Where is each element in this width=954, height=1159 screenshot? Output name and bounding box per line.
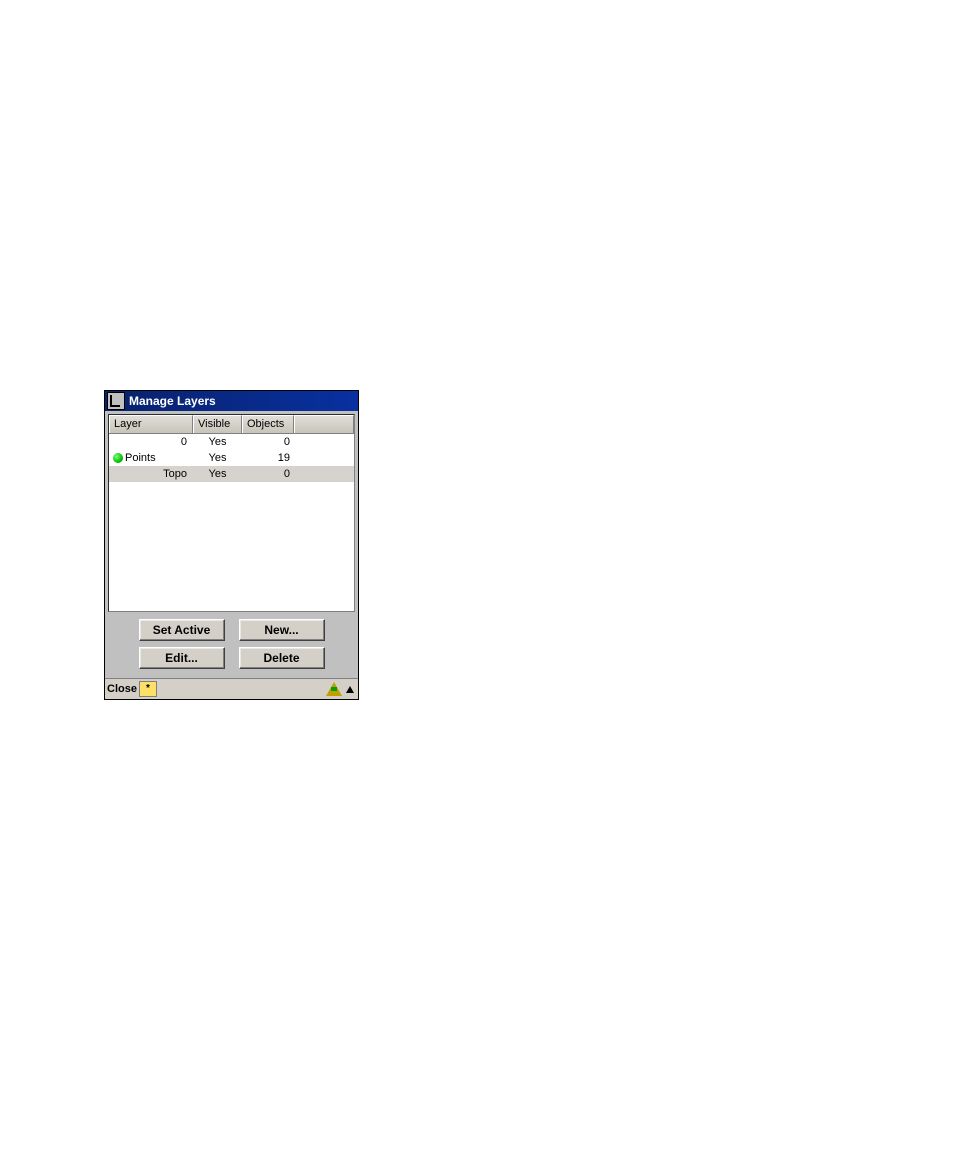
table-row[interactable]: Topo Yes 0 xyxy=(109,466,354,482)
cell-layer: 0 xyxy=(109,436,193,448)
app-icon xyxy=(107,392,125,410)
status-bar: Close * xyxy=(105,678,358,699)
delete-button[interactable]: Delete xyxy=(239,647,325,669)
layer-list-body: 0 Yes 0 Points Yes 19 Topo Yes 0 xyxy=(109,434,354,482)
layer-list[interactable]: Layer Visible Objects 0 Yes 0 Points Yes xyxy=(108,414,355,612)
cell-objects: 0 xyxy=(242,436,294,448)
column-header-spacer xyxy=(294,415,354,433)
active-layer-dot-icon xyxy=(113,453,123,463)
up-arrow-icon[interactable] xyxy=(346,686,354,693)
table-row[interactable]: 0 Yes 0 xyxy=(109,434,354,450)
new-button[interactable]: New... xyxy=(239,619,325,641)
layer-name: Topo xyxy=(125,468,189,480)
titlebar[interactable]: Manage Layers xyxy=(105,391,358,411)
cell-visible: Yes xyxy=(193,436,242,448)
cell-layer: Topo xyxy=(109,468,193,480)
window-title: Manage Layers xyxy=(129,394,216,408)
layer-name: 0 xyxy=(125,436,189,448)
close-label[interactable]: Close xyxy=(107,683,137,695)
column-header-objects[interactable]: Objects xyxy=(242,415,294,433)
table-row[interactable]: Points Yes 19 xyxy=(109,450,354,466)
cell-visible: Yes xyxy=(193,452,242,464)
column-header-layer[interactable]: Layer xyxy=(109,415,193,433)
cell-objects: 0 xyxy=(242,468,294,480)
set-active-button[interactable]: Set Active xyxy=(139,619,225,641)
edit-button[interactable]: Edit... xyxy=(139,647,225,669)
cell-objects: 19 xyxy=(242,452,294,464)
manage-layers-dialog: Manage Layers Layer Visible Objects 0 Ye… xyxy=(104,390,359,700)
star-icon[interactable]: * xyxy=(139,681,157,697)
warning-triangle-icon[interactable] xyxy=(326,682,342,696)
cell-visible: Yes xyxy=(193,468,242,480)
layer-list-header: Layer Visible Objects xyxy=(109,415,354,434)
layer-name: Points xyxy=(125,452,189,464)
button-row: Set Active New... Edit... Delete xyxy=(108,615,355,675)
column-header-visible[interactable]: Visible xyxy=(193,415,242,433)
cell-layer: Points xyxy=(109,452,193,464)
